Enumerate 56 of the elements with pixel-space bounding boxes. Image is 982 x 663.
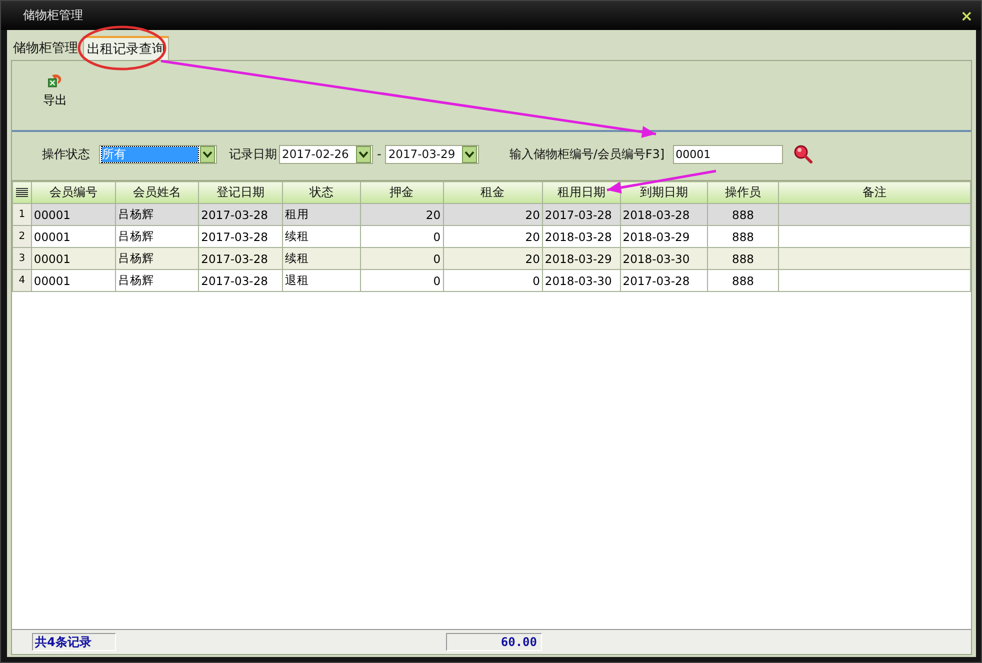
column-header[interactable]: 状态: [282, 182, 360, 204]
column-header[interactable]: 备注: [778, 182, 970, 204]
table-cell: 2017-03-28: [542, 204, 620, 226]
field-label: 操作状态: [42, 146, 90, 162]
table-cell: 00001: [31, 270, 116, 292]
column-header[interactable]: 会员姓名: [116, 182, 199, 204]
row-number: 4: [12, 270, 32, 292]
table-cell: 2018-03-30: [542, 270, 620, 292]
row-number: 1: [12, 204, 32, 226]
total-amount: 60.00: [446, 633, 542, 651]
table-cell: 0: [360, 248, 444, 270]
table-cell: 888: [708, 204, 778, 226]
table-cell: 20: [443, 204, 542, 226]
record-count: 共4条记录: [32, 633, 116, 651]
column-header[interactable]: 到期日期: [620, 182, 708, 204]
table-cell: 2017-03-28: [198, 248, 282, 270]
close-button[interactable]: ×: [960, 6, 973, 24]
row-number: 2: [12, 226, 32, 248]
table-cell: 2017-03-28: [198, 270, 282, 292]
table-cell: 吕杨辉: [116, 204, 199, 226]
table-cell: 00001: [31, 204, 116, 226]
date-separator: -: [377, 147, 382, 161]
column-header[interactable]: 租用日期: [542, 182, 620, 204]
column-header[interactable]: 会员编号: [31, 182, 116, 204]
search-field[interactable]: 00001: [672, 144, 783, 164]
column-header[interactable]: 押金: [360, 182, 444, 204]
table-cell: 退租: [282, 270, 360, 292]
table-cell: 2018-03-29: [542, 248, 620, 270]
table-cell: 2018-03-28: [620, 204, 708, 226]
export-button[interactable]: 导出: [42, 73, 68, 109]
table-cell: 2018-03-30: [620, 248, 708, 270]
row-number: 3: [12, 248, 32, 270]
table-cell: 吕杨辉: [116, 270, 199, 292]
date-picker[interactable]: 2017-03-29: [385, 144, 480, 164]
tab[interactable]: 储物柜管理: [10, 36, 81, 60]
table-cell: 2017-03-28: [198, 204, 282, 226]
table-cell: 2017-03-28: [620, 270, 708, 292]
table-cell: 20: [360, 204, 444, 226]
list-icon[interactable]: [16, 188, 28, 196]
table-cell: 888: [708, 270, 778, 292]
field-label: 记录日期: [229, 146, 277, 162]
table-cell: 20: [443, 248, 542, 270]
table-cell: 吕杨辉: [116, 248, 199, 270]
field-label: 输入储物柜编号/会员编号F3]: [509, 146, 665, 162]
table-cell: 0: [360, 270, 444, 292]
date-picker[interactable]: 2017-02-26: [279, 144, 373, 164]
column-header[interactable]: 操作员: [708, 182, 778, 204]
table-cell: 888: [708, 248, 778, 270]
table-cell: 续租: [282, 248, 360, 270]
table-cell: 00001: [31, 248, 116, 270]
table-cell: 租用: [282, 204, 360, 226]
window-title: 储物柜管理: [23, 7, 84, 24]
search-button[interactable]: [792, 144, 813, 164]
column-header[interactable]: 租金: [443, 182, 542, 204]
column-header[interactable]: 登记日期: [198, 182, 282, 204]
table-cell: 0: [443, 270, 542, 292]
